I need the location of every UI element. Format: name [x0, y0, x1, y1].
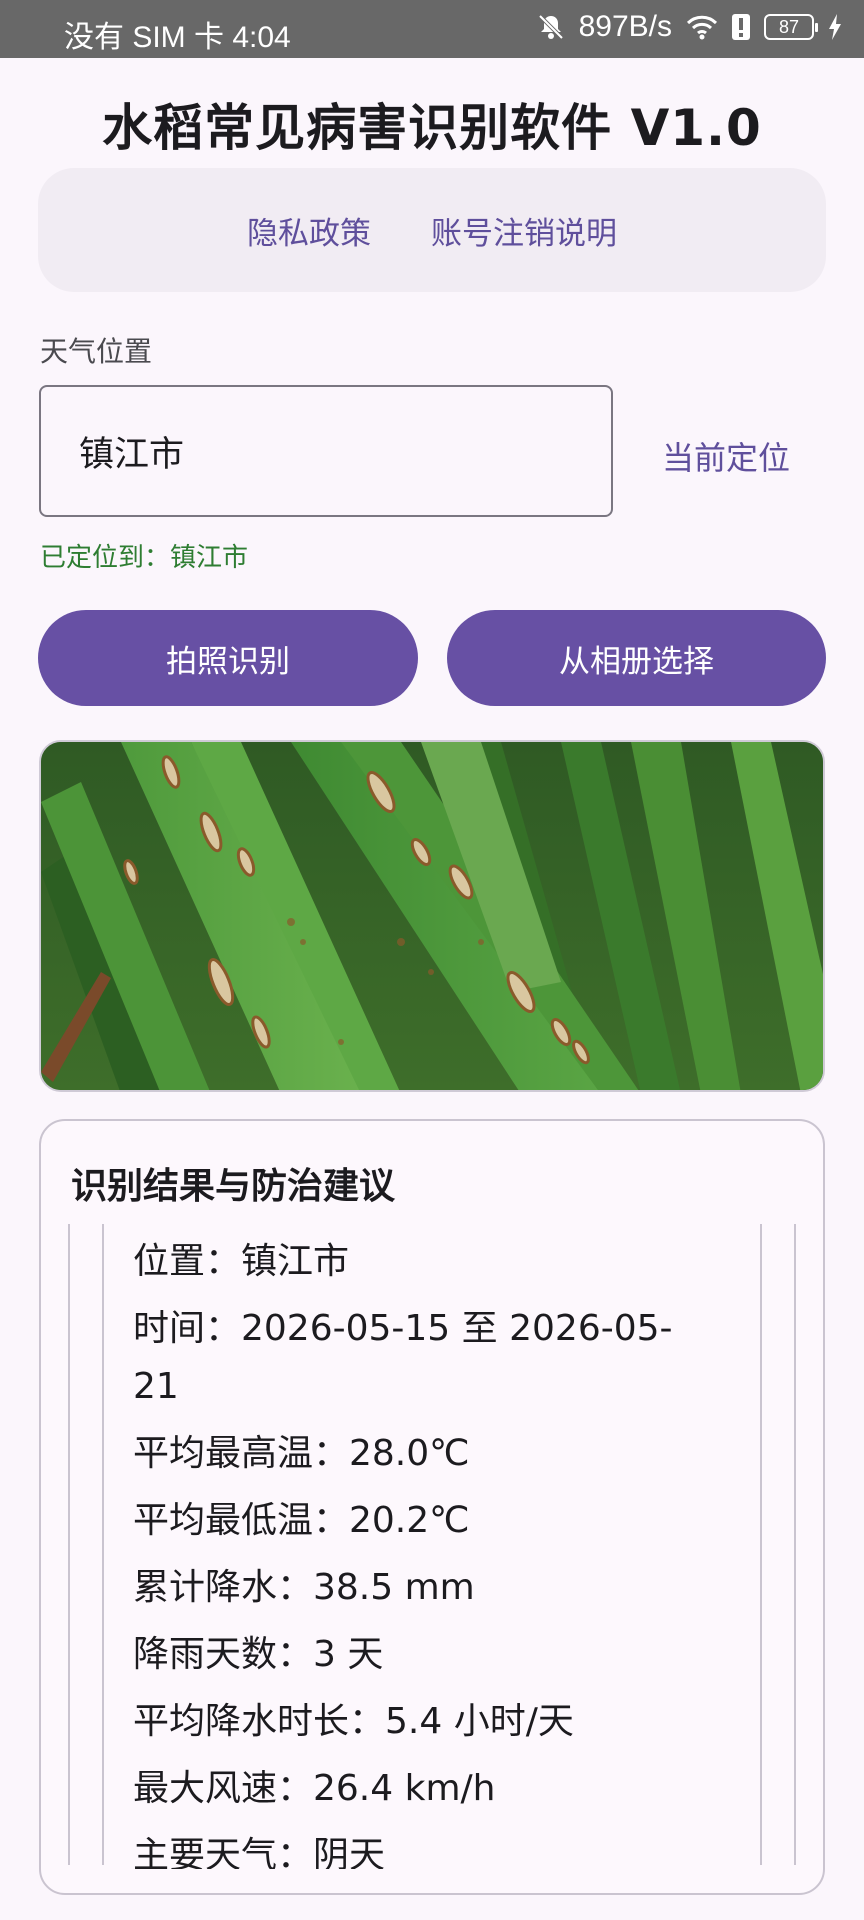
alert-icon [732, 14, 750, 40]
result-location: 位置：镇江市 [133, 1241, 350, 1282]
charging-icon [828, 14, 842, 40]
located-status: 已定位到：镇江市 [40, 543, 249, 573]
divider-right-inner [760, 1224, 762, 1865]
divider-left-inner [102, 1224, 104, 1865]
links-card: 隐私政策 账号注销说明 [38, 168, 826, 292]
carrier-time: 没有 SIM 卡 4:04 [64, 21, 291, 54]
divider-left-outer [68, 1224, 70, 1865]
app-title: 水稻常见病害识别软件 V1.0 [102, 99, 762, 157]
current-location-button[interactable]: 当前定位 [662, 433, 790, 479]
location-input[interactable]: 镇江市 [39, 385, 613, 517]
result-rain-days: 降雨天数：3 天 [133, 1634, 384, 1675]
weather-location-label: 天气位置 [40, 335, 153, 368]
take-photo-button[interactable]: 拍照识别 [38, 610, 418, 706]
result-avg-high-temp: 平均最高温：28.0℃ [133, 1433, 470, 1474]
net-speed: 897B/s [578, 10, 672, 43]
result-avg-low-temp: 平均最低温：20.2℃ [133, 1500, 470, 1541]
result-card: 识别结果与防治建议 位置：镇江市 时间：2026-05-15 至 2026-05… [39, 1119, 825, 1895]
wifi-icon [686, 14, 718, 40]
divider-right-outer [794, 1224, 796, 1865]
result-avg-rain-duration: 平均降水时长：5.4 小时/天 [133, 1701, 574, 1742]
account-cancel-link[interactable]: 账号注销说明 [431, 208, 617, 253]
choose-from-album-button[interactable]: 从相册选择 [447, 610, 826, 706]
result-text: 位置：镇江市 时间：2026-05-15 至 2026-05-21 平均最高温：… [133, 1233, 693, 1869]
rice-leaf-photo [39, 740, 825, 1092]
result-total-precip: 累计降水：38.5 mm [133, 1567, 475, 1608]
battery-icon: 87 [764, 14, 818, 40]
status-icons: 897B/s 87 [537, 10, 842, 44]
result-title: 识别结果与防治建议 [71, 1166, 396, 1207]
privacy-policy-link[interactable]: 隐私政策 [247, 208, 371, 253]
result-date-range: 时间：2026-05-15 至 2026-05-21 [133, 1308, 673, 1407]
result-max-wind: 最大风速：26.4 km/h [133, 1768, 496, 1809]
bell-muted-icon [537, 13, 565, 41]
status-bar: 没有 SIM 卡 4:04 897B/s 87 [0, 0, 864, 58]
result-main-weather: 主要天气：阴天 [133, 1835, 386, 1869]
